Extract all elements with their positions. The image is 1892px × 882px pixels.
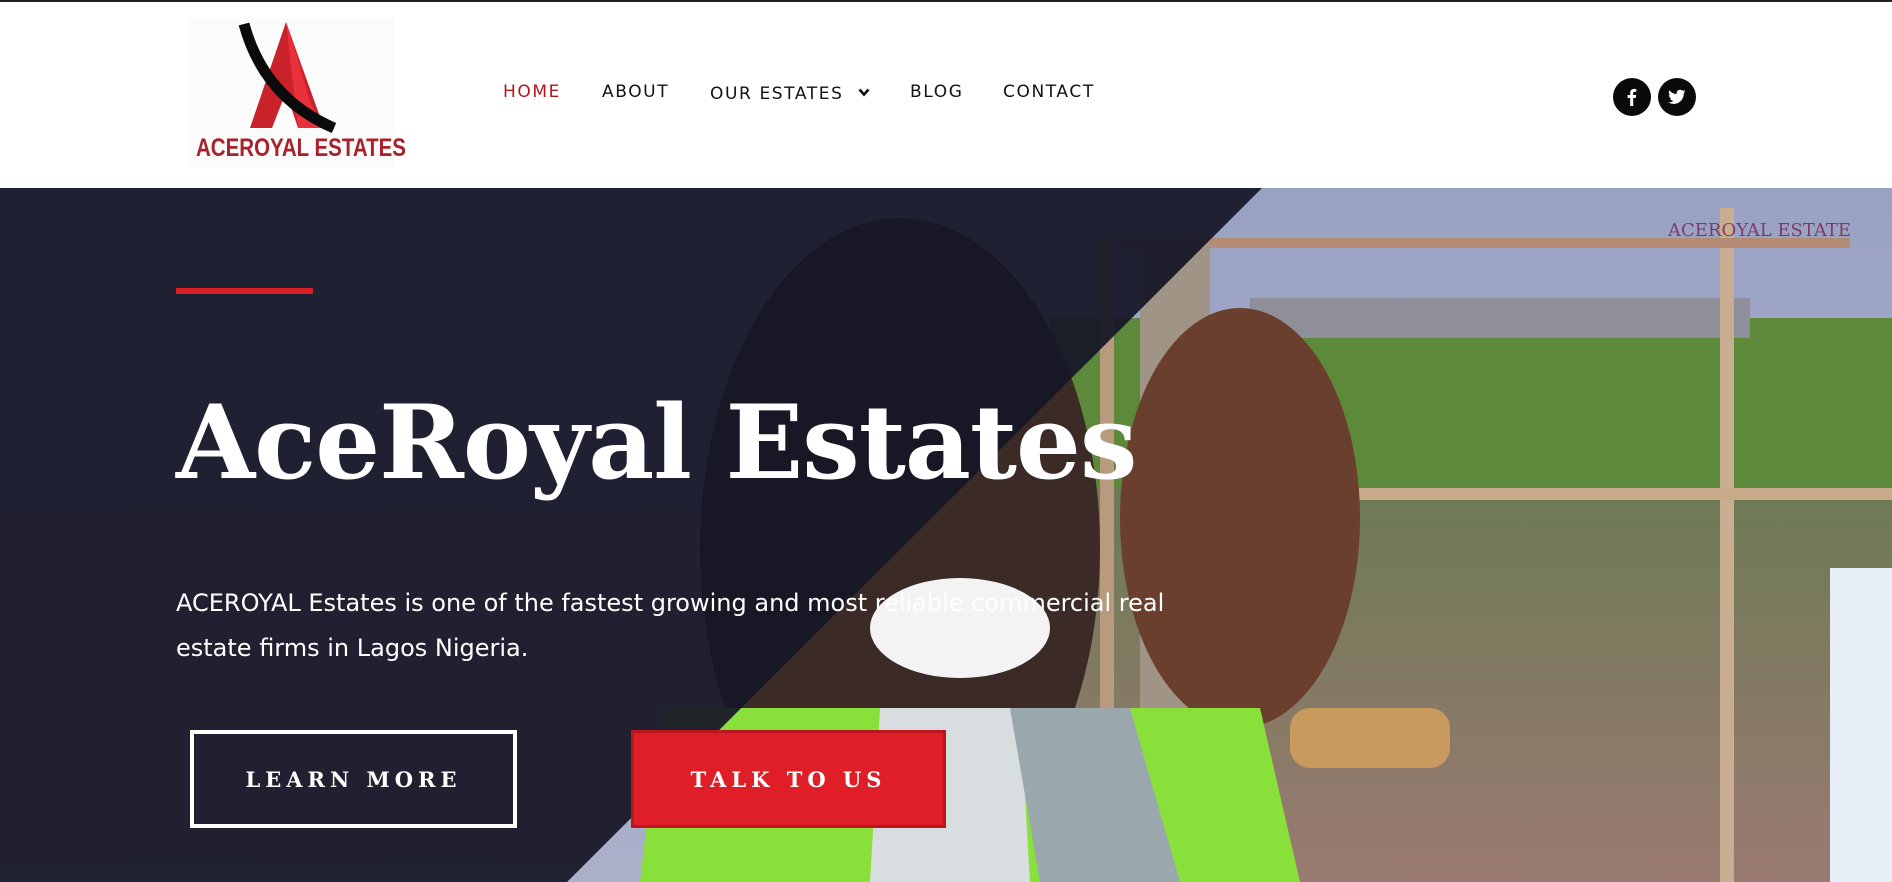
nav-our-estates-label: OUR ESTATES (710, 84, 844, 104)
logo[interactable]: ACEROYAL ESTATES (188, 18, 406, 168)
talk-to-us-button[interactable]: TALK TO US (631, 730, 946, 828)
facebook-icon (1627, 88, 1637, 106)
title-accent-rule (176, 288, 313, 294)
chevron-down-icon (858, 82, 870, 102)
nav-blog[interactable]: BLOG (910, 82, 963, 102)
photo-watermark: ACEROYAL ESTATE (1668, 220, 1852, 241)
nav-about[interactable]: ABOUT (602, 82, 669, 102)
nav-our-estates[interactable]: OUR ESTATES (710, 82, 870, 104)
twitter-icon (1668, 89, 1686, 104)
twitter-link[interactable] (1658, 78, 1696, 116)
learn-more-button[interactable]: LEARN MORE (190, 730, 517, 828)
hero-section: ACEROYAL ESTATE AceRoyal Estates ACEROYA… (0, 188, 1892, 882)
logo-mark-icon (238, 22, 337, 134)
site-header: ACEROYAL ESTATES HOME ABOUT OUR ESTATES … (0, 2, 1892, 188)
facebook-link[interactable] (1613, 78, 1651, 116)
hero-description: ACEROYAL Estates is one of the fastest g… (176, 589, 1165, 662)
logo-text: ACEROYAL ESTATES (196, 134, 406, 162)
hero-title: AceRoyal Estates (176, 383, 1137, 503)
nav-home[interactable]: HOME (503, 82, 561, 102)
nav-contact[interactable]: CONTACT (1003, 82, 1095, 102)
